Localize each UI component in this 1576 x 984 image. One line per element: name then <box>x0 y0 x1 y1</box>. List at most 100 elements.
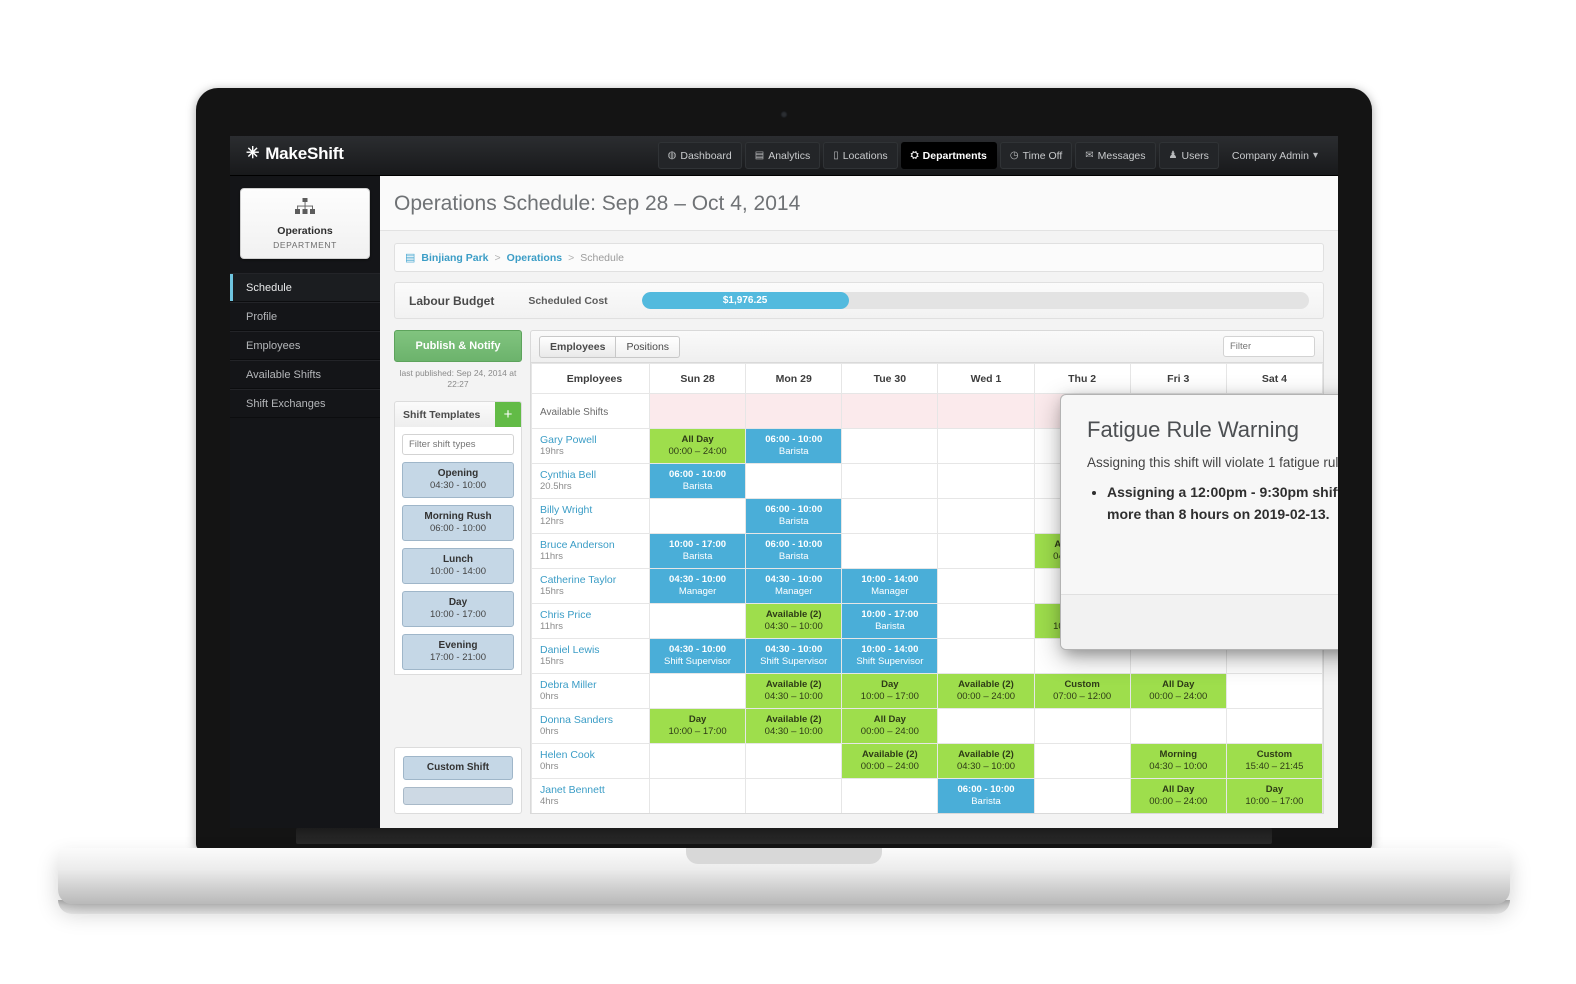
schedule-cell-shift[interactable]: 04:30 - 10:00 Manager <box>648 568 747 604</box>
schedule-cell-shift[interactable]: 06:00 - 10:00Barista <box>745 533 843 569</box>
shift-template-morning-rush[interactable]: Morning Rush 06:00 - 10:00 <box>402 504 514 541</box>
schedule-cell-empty[interactable] <box>1225 708 1323 744</box>
schedule-cell-shift[interactable]: Available (2)04:30 – 10:00 <box>745 673 843 709</box>
sidebar-item-profile[interactable]: Profile <box>230 302 380 331</box>
schedule-cell-shift[interactable]: Day10:00 – 17:00 <box>648 708 747 744</box>
schedule-cell-shift[interactable]: Morning 04:30 – 10:00 <box>1129 743 1227 779</box>
schedule-cell-shift[interactable]: 04:30 - 10:00 Manager <box>745 568 843 604</box>
schedule-cell-empty[interactable] <box>1033 778 1131 813</box>
schedule-cell-shift[interactable]: Available (2) 00:00 – 24:00 <box>937 673 1035 709</box>
sidebar-item-available-shifts[interactable]: Available Shifts <box>230 360 380 389</box>
shift-template-opening[interactable]: Opening 04:30 - 10:00 <box>402 461 514 498</box>
employee-name[interactable]: Gary Powell <box>540 434 649 447</box>
sidebar-item-employees[interactable]: Employees <box>230 331 380 360</box>
schedule-cell-empty[interactable] <box>1226 814 1322 815</box>
sidebar-item-schedule[interactable]: Schedule <box>230 273 380 302</box>
available-shift-cell[interactable] <box>745 393 843 429</box>
grid-filter-input[interactable] <box>1223 336 1315 357</box>
breadcrumb-item-department[interactable]: Operations <box>507 252 562 264</box>
schedule-cell-shift[interactable]: 10:00 - 17:00 Barista <box>841 603 939 639</box>
employee-name[interactable]: Bruce Anderson <box>540 539 649 552</box>
schedule-cell-empty[interactable] <box>1130 814 1226 815</box>
schedule-cell-empty[interactable] <box>745 743 843 779</box>
schedule-cell-shift[interactable]: All Day 00:00 – 24:00 <box>648 428 747 464</box>
schedule-cell-empty[interactable] <box>648 673 747 709</box>
schedule-cell-empty[interactable] <box>841 463 939 499</box>
schedule-cell-shift[interactable]: 10:00 - 17:00 Barista <box>648 533 747 569</box>
nav-item-time-off[interactable]: ◷ Time Off <box>999 142 1073 169</box>
publish-and-notify-button[interactable]: Publish & Notify <box>394 330 522 362</box>
schedule-cell-empty[interactable] <box>1129 708 1227 744</box>
available-shift-cell[interactable] <box>841 393 939 429</box>
department-card[interactable]: Operations DEPARTMENT <box>240 188 370 259</box>
plus-icon[interactable]: + <box>495 401 521 427</box>
schedule-cell-empty[interactable] <box>648 743 747 779</box>
schedule-cell-empty[interactable] <box>937 708 1035 744</box>
employee-name[interactable]: Billy Wright <box>540 504 649 517</box>
schedule-cell-empty[interactable] <box>648 498 747 534</box>
schedule-cell-empty[interactable] <box>745 778 843 813</box>
available-shift-cell[interactable] <box>937 393 1035 429</box>
nav-item-dashboard[interactable]: ◍ Dashboard <box>657 142 742 169</box>
nav-item-departments[interactable]: ⛭ Departments <box>900 142 997 169</box>
employee-name[interactable]: Cynthia Bell <box>540 469 649 482</box>
schedule-cell-shift[interactable]: 04:30 - 10:00 Shift Supervisor <box>745 638 843 674</box>
schedule-cell-empty[interactable] <box>937 428 1035 464</box>
schedule-cell-empty[interactable] <box>937 533 1035 569</box>
schedule-cell-empty[interactable] <box>841 533 939 569</box>
schedule-cell-empty[interactable] <box>650 814 746 815</box>
schedule-cell-shift[interactable]: Custom 07:00 – 12:00 <box>1033 673 1131 709</box>
tab-employees[interactable]: Employees <box>539 335 617 358</box>
schedule-cell-empty[interactable] <box>1225 673 1323 709</box>
schedule-cell-empty[interactable] <box>937 638 1035 674</box>
schedule-cell-empty[interactable] <box>937 568 1035 604</box>
shift-template-lunch[interactable]: Lunch 10:00 - 14:00 <box>402 547 514 584</box>
schedule-cell-shift[interactable]: Custom 15:40 – 21:45 <box>1225 743 1323 779</box>
nav-item-locations[interactable]: ▯ Locations <box>823 142 898 169</box>
employee-name[interactable]: Chris Price <box>540 609 649 622</box>
sidebar-item-shift-exchanges[interactable]: Shift Exchanges <box>230 389 380 418</box>
schedule-cell-shift[interactable]: 10:00 - 14:00 Manager <box>841 568 939 604</box>
schedule-cell-shift[interactable]: Available (2)04:30 – 10:00 <box>937 743 1035 779</box>
schedule-cell-shift[interactable]: 06:00 - 10:00Barista <box>937 778 1035 813</box>
custom-shift-button[interactable]: Custom Shift <box>403 755 513 780</box>
schedule-cell-empty[interactable] <box>841 778 939 813</box>
employee-name[interactable]: Helen Cook <box>540 749 649 762</box>
employee-name[interactable]: Donna Sanders <box>540 714 649 727</box>
schedule-cell-shift[interactable]: 06:00 - 10:00Barista <box>745 498 843 534</box>
employee-name[interactable]: Daniel Lewis <box>540 644 649 657</box>
schedule-cell-shift[interactable]: Available (2)04:30 – 10:00 <box>745 603 843 639</box>
schedule-cell-shift[interactable]: 10:00 - 14:00 Shift Supervisor <box>841 638 939 674</box>
employee-name[interactable]: Catherine Taylor <box>540 574 649 587</box>
schedule-cell-shift[interactable]: Day10:00 – 17:00 <box>1225 778 1323 813</box>
schedule-cell-shift[interactable]: 06:00 - 10:00Barista <box>745 428 843 464</box>
schedule-cell-empty[interactable] <box>937 498 1035 534</box>
employee-name[interactable]: Janet Bennett <box>540 784 649 797</box>
shift-template-evening[interactable]: Evening 17:00 - 21:00 <box>402 633 514 670</box>
shift-template-filter-input[interactable] <box>402 433 514 455</box>
schedule-cell-shift[interactable]: 04:30 - 10:00 Shift Supervisor <box>648 638 747 674</box>
nav-item-users[interactable]: ♟ Users <box>1158 142 1219 169</box>
schedule-cell-empty[interactable] <box>841 428 939 464</box>
employee-name[interactable]: Debra Miller <box>540 679 649 692</box>
breadcrumb-item-location[interactable]: Binjiang Park <box>421 252 488 264</box>
schedule-cell-shift[interactable]: 06:00 - 10:00 <box>938 814 1034 815</box>
schedule-cell-empty[interactable] <box>1033 743 1131 779</box>
schedule-cell-shift[interactable]: All Day <box>1034 814 1130 815</box>
schedule-cell-shift[interactable]: Available (2) <box>746 814 842 815</box>
schedule-cell-empty[interactable] <box>745 463 843 499</box>
schedule-cell-shift[interactable]: Available (2) 00:00 – 24:00 <box>841 743 939 779</box>
nav-item-messages[interactable]: ✉ Messages <box>1075 142 1156 169</box>
schedule-cell-empty[interactable] <box>841 498 939 534</box>
nav-item-analytics[interactable]: ▤ Analytics <box>744 142 821 169</box>
shift-template-day[interactable]: Day 10:00 - 17:00 <box>402 590 514 627</box>
schedule-cell-shift[interactable]: Available (2)04:30 – 10:00 <box>745 708 843 744</box>
tab-positions[interactable]: Positions <box>616 335 681 358</box>
schedule-cell-shift[interactable]: All Day 00:00 – 24:00 <box>1129 673 1227 709</box>
app-logo[interactable]: ✳ MakeShift <box>246 144 344 164</box>
account-menu[interactable]: Company Admin ▾ <box>1222 142 1328 169</box>
schedule-cell-shift[interactable]: All Day 00:00 – 24:00 <box>1129 778 1227 813</box>
schedule-cell-shift[interactable]: 06:00 - 10:00Barista <box>648 463 747 499</box>
schedule-cell-empty[interactable] <box>937 463 1035 499</box>
schedule-cell-empty[interactable] <box>937 603 1035 639</box>
